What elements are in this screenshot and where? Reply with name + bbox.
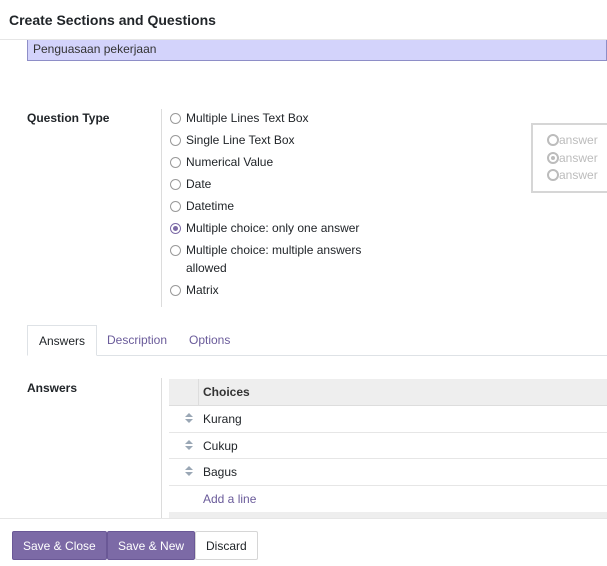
radio-icon[interactable]: [170, 113, 181, 124]
question-title-input[interactable]: Penguasaan pekerjaan: [27, 40, 607, 61]
radio-icon: [547, 134, 559, 146]
discard-button[interactable]: Discard: [195, 531, 258, 560]
save-close-button[interactable]: Save & Close: [12, 531, 107, 560]
radio-icon[interactable]: [170, 135, 181, 146]
answers-table: Choices Kurang Cukup Bagus Add a line: [169, 379, 607, 520]
radio-label-line2: allowed: [186, 261, 227, 275]
radio-label: Single Line Text Box: [186, 133, 295, 147]
radio-label: Numerical Value: [186, 155, 274, 169]
radio-checked-icon[interactable]: [170, 223, 181, 234]
radio-icon[interactable]: [170, 245, 181, 256]
radio-label: Matrix: [186, 283, 219, 297]
field-separator: [161, 109, 162, 307]
choices-column-header[interactable]: Choices: [203, 385, 250, 399]
radio-matrix[interactable]: Matrix: [170, 283, 219, 299]
preview-option: answer: [547, 133, 598, 147]
handle-column-header: [169, 379, 199, 406]
preview-label: answer: [559, 168, 598, 182]
preview-option: answer: [547, 151, 598, 165]
drag-handle-icon[interactable]: [185, 439, 193, 452]
preview-option: answer: [547, 168, 598, 182]
radio-icon: [547, 169, 559, 181]
add-line-link[interactable]: Add a line: [203, 492, 256, 506]
radio-multiple-choice-multiple[interactable]: Multiple choice: multiple answers allowe…: [170, 241, 361, 277]
choice-cell[interactable]: Bagus: [203, 465, 237, 479]
table-row[interactable]: Bagus: [169, 459, 607, 486]
dialog-footer: Save & Close Save & New Discard: [0, 518, 607, 566]
preview-label: answer: [559, 133, 598, 147]
dialog-header: Create Sections and Questions: [0, 0, 607, 40]
drag-handle-icon[interactable]: [185, 466, 193, 478]
table-header: Choices: [169, 379, 607, 406]
field-separator: [161, 378, 162, 518]
radio-multiple-lines-text-box[interactable]: Multiple Lines Text Box: [170, 111, 309, 127]
notebook-tabs: Answers Description Options: [27, 325, 607, 356]
radio-datetime[interactable]: Datetime: [170, 199, 235, 215]
radio-icon[interactable]: [170, 285, 181, 296]
radio-date[interactable]: Date: [170, 177, 212, 193]
radio-label-line1: Multiple choice: multiple answers: [186, 243, 362, 257]
radio-label: Datetime: [186, 199, 235, 213]
radio-single-line-text-box[interactable]: Single Line Text Box: [170, 133, 295, 149]
add-line-row: Add a line: [169, 486, 607, 513]
table-row[interactable]: Kurang: [169, 406, 607, 433]
radio-label: Multiple choice: only one answer: [186, 221, 360, 235]
radio-numerical-value[interactable]: Numerical Value: [170, 155, 274, 171]
radio-label: Multiple Lines Text Box: [186, 111, 309, 125]
radio-multiple-choice-one[interactable]: Multiple choice: only one answer: [170, 221, 360, 237]
radio-icon[interactable]: [170, 201, 181, 212]
choice-cell[interactable]: Cukup: [203, 439, 238, 453]
save-new-button[interactable]: Save & New: [107, 531, 196, 560]
choice-cell[interactable]: Kurang: [203, 412, 242, 426]
tab-description[interactable]: Description: [96, 325, 178, 356]
radio-label: Multiple choice: multiple answers allowe…: [186, 241, 361, 277]
dialog-title: Create Sections and Questions: [9, 12, 216, 28]
answers-label: Answers: [27, 381, 78, 395]
drag-handle-icon[interactable]: [185, 413, 193, 425]
radio-icon[interactable]: [170, 157, 181, 168]
radio-icon[interactable]: [170, 179, 181, 190]
tab-options[interactable]: Options: [178, 325, 241, 356]
radio-label: Date: [186, 177, 212, 191]
preview-label: answer: [559, 151, 598, 165]
table-row[interactable]: Cukup: [169, 433, 607, 459]
radio-checked-icon: [547, 152, 559, 164]
tab-answers[interactable]: Answers: [27, 325, 98, 356]
question-type-label: Question Type: [27, 111, 110, 125]
question-type-preview: answer answer answer: [531, 123, 607, 193]
